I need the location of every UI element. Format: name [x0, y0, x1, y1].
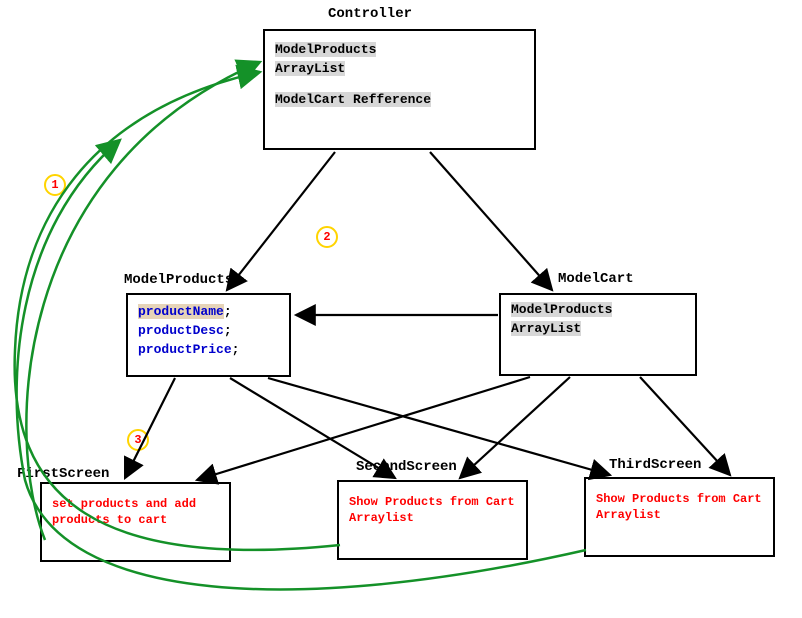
- arrow-controller-to-modelcart: [430, 152, 552, 290]
- controller-line2: ArrayList: [275, 61, 345, 76]
- thirdscreen-box: Show Products from Cart Arraylist: [584, 477, 775, 557]
- thirdscreen-title: ThirdScreen: [609, 457, 701, 473]
- secondscreen-title: SecondScreen: [356, 459, 457, 475]
- secondscreen-box: Show Products from Cart Arraylist: [337, 480, 528, 560]
- arrow-mp-first: [125, 378, 175, 478]
- modelcart-line1: ModelProducts: [511, 302, 612, 317]
- controller-line1: ModelProducts: [275, 42, 376, 57]
- modelcart-line2: ArrayList: [511, 321, 581, 336]
- badge-1: 1: [44, 174, 66, 196]
- badge-2: 2: [316, 226, 338, 248]
- thirdscreen-text: Show Products from Cart Arraylist: [596, 491, 763, 523]
- semi2: ;: [224, 323, 232, 338]
- arrow-mc-second: [460, 377, 570, 478]
- firstscreen-title: FirstScreen: [17, 466, 109, 482]
- arrow-controller-to-modelproducts: [227, 152, 335, 290]
- modelproducts-f3: productPrice: [138, 342, 232, 357]
- badge-3: 3: [127, 429, 149, 451]
- firstscreen-box: set products and add products to cart: [40, 482, 231, 562]
- modelcart-box: ModelProducts ArrayList: [499, 293, 697, 376]
- semi3: ;: [232, 342, 240, 357]
- secondscreen-text: Show Products from Cart Arraylist: [349, 494, 516, 526]
- modelproducts-title: ModelProducts: [124, 272, 233, 288]
- controller-title: Controller: [328, 6, 412, 22]
- modelproducts-f1: productName: [138, 304, 224, 319]
- controller-box: ModelProducts ArrayList ModelCart Reffer…: [263, 29, 536, 150]
- semi1: ;: [224, 304, 232, 319]
- modelcart-title: ModelCart: [558, 271, 634, 287]
- modelproducts-box: productName; productDesc; productPrice;: [126, 293, 291, 377]
- modelproducts-f2: productDesc: [138, 323, 224, 338]
- controller-line3: ModelCart Refference: [275, 92, 431, 107]
- firstscreen-text: set products and add products to cart: [52, 496, 219, 528]
